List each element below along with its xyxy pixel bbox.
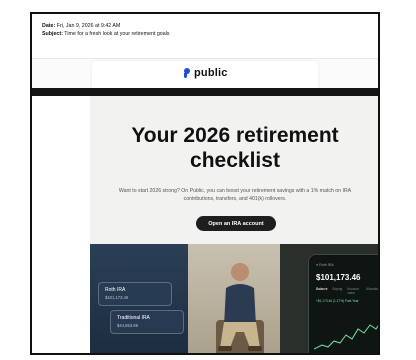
phone-tabs: Balance Buying Account value Allocation <box>316 287 380 295</box>
email-meta: Date: Fri, Jan 9, 2026 at 9:42 AM Subjec… <box>42 22 170 38</box>
account-card-roth-ira: Roth IRA $101,173.46 <box>98 282 172 306</box>
phone-mockup: ● Roth IRA $101,173.46 Balance Buying Ac… <box>308 254 380 353</box>
account-card-traditional-ira: Traditional IRA $44,853.89 <box>110 310 184 334</box>
header-divider <box>32 88 378 96</box>
hero-image[interactable]: Roth IRA $101,173.46 Traditional IRA $44… <box>90 244 380 353</box>
balance-chart-icon <box>314 324 378 350</box>
brand-name: public <box>194 67 228 79</box>
open-ira-account-button[interactable]: Open an IRA account <box>196 216 276 231</box>
intro-text: Want to start 2026 strong? On Public, yo… <box>118 188 352 202</box>
public-logo-icon <box>184 68 190 78</box>
email-subject: Subject: Time for a fresh look at your r… <box>42 31 170 37</box>
email-date: Date: Fri, Jan 9, 2026 at 9:42 AM <box>42 23 121 29</box>
page-title: Your 2026 retirement checklist <box>131 124 339 172</box>
email-window: Date: Fri, Jan 9, 2026 at 9:42 AM Subjec… <box>30 12 380 355</box>
brand-logo[interactable]: public <box>184 67 228 79</box>
person-illustration <box>216 263 264 353</box>
